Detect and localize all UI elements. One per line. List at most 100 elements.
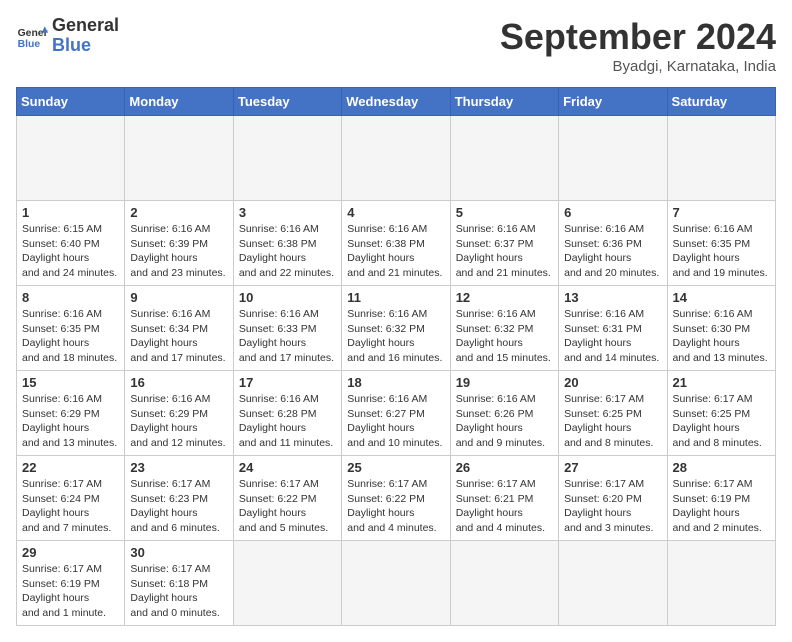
day-info: Sunrise: 6:17 AMSunset: 6:22 PMDaylight … <box>347 477 444 536</box>
calendar-cell: 14 Sunrise: 6:16 AMSunset: 6:30 PMDaylig… <box>667 286 775 371</box>
calendar-body: 1 Sunrise: 6:15 AMSunset: 6:40 PMDayligh… <box>17 116 776 626</box>
calendar-cell: 20 Sunrise: 6:17 AMSunset: 6:25 PMDaylig… <box>559 371 667 456</box>
day-number: 12 <box>456 290 553 305</box>
calendar-cell: 28 Sunrise: 6:17 AMSunset: 6:19 PMDaylig… <box>667 456 775 541</box>
day-info: Sunrise: 6:16 AMSunset: 6:35 PMDaylight … <box>673 222 770 281</box>
day-info: Sunrise: 6:16 AMSunset: 6:30 PMDaylight … <box>673 307 770 366</box>
calendar-cell: 3 Sunrise: 6:16 AMSunset: 6:38 PMDayligh… <box>233 201 341 286</box>
calendar-cell <box>559 541 667 626</box>
day-info: Sunrise: 6:16 AMSunset: 6:32 PMDaylight … <box>347 307 444 366</box>
logo-text: General Blue <box>52 16 119 56</box>
calendar-cell: 22 Sunrise: 6:17 AMSunset: 6:24 PMDaylig… <box>17 456 125 541</box>
calendar-table: SundayMondayTuesdayWednesdayThursdayFrid… <box>16 87 776 626</box>
calendar-header-cell: Sunday <box>17 88 125 116</box>
calendar-cell <box>17 116 125 201</box>
day-number: 3 <box>239 205 336 220</box>
day-number: 13 <box>564 290 661 305</box>
calendar-cell <box>559 116 667 201</box>
day-info: Sunrise: 6:16 AMSunset: 6:38 PMDaylight … <box>347 222 444 281</box>
calendar-cell <box>450 541 558 626</box>
calendar-cell <box>233 541 341 626</box>
day-number: 17 <box>239 375 336 390</box>
day-number: 16 <box>130 375 227 390</box>
day-number: 10 <box>239 290 336 305</box>
calendar-cell: 24 Sunrise: 6:17 AMSunset: 6:22 PMDaylig… <box>233 456 341 541</box>
day-info: Sunrise: 6:17 AMSunset: 6:24 PMDaylight … <box>22 477 119 536</box>
svg-text:Blue: Blue <box>18 39 41 50</box>
calendar-cell: 29 Sunrise: 6:17 AMSunset: 6:19 PMDaylig… <box>17 541 125 626</box>
day-info: Sunrise: 6:16 AMSunset: 6:33 PMDaylight … <box>239 307 336 366</box>
day-info: Sunrise: 6:16 AMSunset: 6:31 PMDaylight … <box>564 307 661 366</box>
calendar-header-cell: Tuesday <box>233 88 341 116</box>
calendar-cell <box>667 116 775 201</box>
calendar-cell: 25 Sunrise: 6:17 AMSunset: 6:22 PMDaylig… <box>342 456 450 541</box>
day-number: 21 <box>673 375 770 390</box>
calendar-row: 15 Sunrise: 6:16 AMSunset: 6:29 PMDaylig… <box>17 371 776 456</box>
calendar-row: 8 Sunrise: 6:16 AMSunset: 6:35 PMDayligh… <box>17 286 776 371</box>
calendar-cell <box>450 116 558 201</box>
day-number: 25 <box>347 460 444 475</box>
day-number: 20 <box>564 375 661 390</box>
calendar-cell: 2 Sunrise: 6:16 AMSunset: 6:39 PMDayligh… <box>125 201 233 286</box>
day-number: 15 <box>22 375 119 390</box>
day-number: 7 <box>673 205 770 220</box>
calendar-cell <box>342 116 450 201</box>
day-number: 28 <box>673 460 770 475</box>
calendar-cell: 11 Sunrise: 6:16 AMSunset: 6:32 PMDaylig… <box>342 286 450 371</box>
calendar-cell: 7 Sunrise: 6:16 AMSunset: 6:35 PMDayligh… <box>667 201 775 286</box>
calendar-cell: 16 Sunrise: 6:16 AMSunset: 6:29 PMDaylig… <box>125 371 233 456</box>
day-number: 29 <box>22 545 119 560</box>
day-number: 24 <box>239 460 336 475</box>
day-info: Sunrise: 6:16 AMSunset: 6:28 PMDaylight … <box>239 392 336 451</box>
day-number: 19 <box>456 375 553 390</box>
calendar-cell: 8 Sunrise: 6:16 AMSunset: 6:35 PMDayligh… <box>17 286 125 371</box>
page-header: General Blue General Blue September 2024… <box>16 16 776 75</box>
location: Byadgi, Karnataka, India <box>500 58 776 75</box>
calendar-cell <box>125 116 233 201</box>
day-number: 1 <box>22 205 119 220</box>
day-number: 2 <box>130 205 227 220</box>
day-info: Sunrise: 6:16 AMSunset: 6:26 PMDaylight … <box>456 392 553 451</box>
day-info: Sunrise: 6:16 AMSunset: 6:38 PMDaylight … <box>239 222 336 281</box>
day-info: Sunrise: 6:16 AMSunset: 6:29 PMDaylight … <box>130 392 227 451</box>
calendar-cell: 27 Sunrise: 6:17 AMSunset: 6:20 PMDaylig… <box>559 456 667 541</box>
calendar-cell: 21 Sunrise: 6:17 AMSunset: 6:25 PMDaylig… <box>667 371 775 456</box>
calendar-cell: 26 Sunrise: 6:17 AMSunset: 6:21 PMDaylig… <box>450 456 558 541</box>
calendar-row: 1 Sunrise: 6:15 AMSunset: 6:40 PMDayligh… <box>17 201 776 286</box>
day-info: Sunrise: 6:16 AMSunset: 6:36 PMDaylight … <box>564 222 661 281</box>
month-title: September 2024 <box>500 16 776 58</box>
day-info: Sunrise: 6:15 AMSunset: 6:40 PMDaylight … <box>22 222 119 281</box>
day-info: Sunrise: 6:16 AMSunset: 6:27 PMDaylight … <box>347 392 444 451</box>
day-info: Sunrise: 6:17 AMSunset: 6:25 PMDaylight … <box>564 392 661 451</box>
day-info: Sunrise: 6:17 AMSunset: 6:23 PMDaylight … <box>130 477 227 536</box>
calendar-cell: 30 Sunrise: 6:17 AMSunset: 6:18 PMDaylig… <box>125 541 233 626</box>
title-block: September 2024 Byadgi, Karnataka, India <box>500 16 776 75</box>
day-number: 6 <box>564 205 661 220</box>
calendar-cell: 12 Sunrise: 6:16 AMSunset: 6:32 PMDaylig… <box>450 286 558 371</box>
calendar-cell <box>233 116 341 201</box>
calendar-cell: 17 Sunrise: 6:16 AMSunset: 6:28 PMDaylig… <box>233 371 341 456</box>
calendar-header-cell: Saturday <box>667 88 775 116</box>
day-info: Sunrise: 6:17 AMSunset: 6:22 PMDaylight … <box>239 477 336 536</box>
calendar-cell: 1 Sunrise: 6:15 AMSunset: 6:40 PMDayligh… <box>17 201 125 286</box>
calendar-cell <box>667 541 775 626</box>
calendar-cell: 10 Sunrise: 6:16 AMSunset: 6:33 PMDaylig… <box>233 286 341 371</box>
calendar-row: 29 Sunrise: 6:17 AMSunset: 6:19 PMDaylig… <box>17 541 776 626</box>
day-info: Sunrise: 6:17 AMSunset: 6:25 PMDaylight … <box>673 392 770 451</box>
day-number: 5 <box>456 205 553 220</box>
day-info: Sunrise: 6:16 AMSunset: 6:29 PMDaylight … <box>22 392 119 451</box>
day-info: Sunrise: 6:17 AMSunset: 6:19 PMDaylight … <box>673 477 770 536</box>
day-number: 23 <box>130 460 227 475</box>
calendar-row <box>17 116 776 201</box>
calendar-cell: 4 Sunrise: 6:16 AMSunset: 6:38 PMDayligh… <box>342 201 450 286</box>
calendar-cell: 18 Sunrise: 6:16 AMSunset: 6:27 PMDaylig… <box>342 371 450 456</box>
day-info: Sunrise: 6:16 AMSunset: 6:39 PMDaylight … <box>130 222 227 281</box>
calendar-header-cell: Friday <box>559 88 667 116</box>
calendar-cell: 6 Sunrise: 6:16 AMSunset: 6:36 PMDayligh… <box>559 201 667 286</box>
day-info: Sunrise: 6:16 AMSunset: 6:34 PMDaylight … <box>130 307 227 366</box>
calendar-cell: 9 Sunrise: 6:16 AMSunset: 6:34 PMDayligh… <box>125 286 233 371</box>
day-number: 26 <box>456 460 553 475</box>
calendar-header-cell: Thursday <box>450 88 558 116</box>
day-number: 4 <box>347 205 444 220</box>
day-info: Sunrise: 6:17 AMSunset: 6:20 PMDaylight … <box>564 477 661 536</box>
